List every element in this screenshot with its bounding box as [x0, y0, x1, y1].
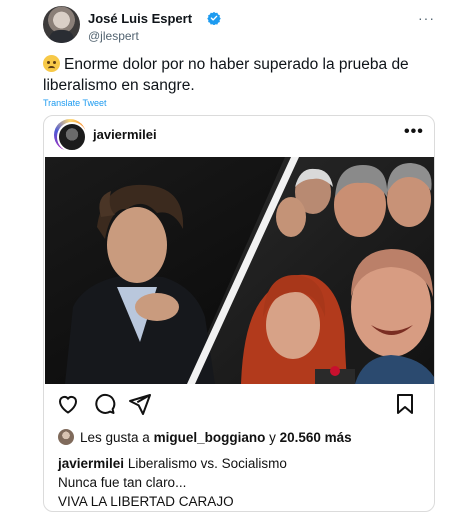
caption-line-1: Liberalismo vs. Socialismo	[127, 456, 287, 471]
author-handle[interactable]: @jlespert	[88, 29, 139, 43]
instagram-more-icon[interactable]: •••	[404, 123, 424, 141]
share-icon[interactable]	[128, 392, 152, 416]
post-image[interactable]	[45, 157, 434, 384]
instagram-avatar[interactable]	[54, 119, 87, 152]
caption-line-2: Nunca fue tan claro...	[58, 475, 187, 490]
heart-icon[interactable]	[56, 392, 80, 416]
tweet-body: Enorme dolor por no haber superado la pr…	[43, 56, 409, 94]
verified-badge-icon	[207, 11, 221, 25]
instagram-username[interactable]: javiermilei	[93, 127, 157, 142]
crying-face-icon	[43, 55, 60, 72]
author-name[interactable]: José Luis Espert	[88, 11, 192, 26]
likes-row: Les gusta a miguel_boggiano y 20.560 más	[58, 429, 428, 447]
comment-icon[interactable]	[92, 392, 116, 416]
post-caption: javiermilei Liberalismo vs. Socialismo N…	[58, 454, 428, 511]
translate-tweet-link[interactable]: Translate Tweet	[43, 98, 107, 108]
instagram-header: javiermilei •••	[44, 116, 434, 156]
caption-username[interactable]: javiermilei	[58, 456, 124, 471]
instagram-actions	[44, 392, 434, 422]
likes-prefix: Les gusta a	[80, 430, 150, 445]
post-image-artwork	[45, 157, 434, 384]
author-avatar[interactable]	[43, 6, 80, 43]
likes-count[interactable]: 20.560 más	[280, 430, 352, 445]
tweet-text: Enorme dolor por no haber superado la pr…	[43, 54, 443, 96]
more-options-icon[interactable]: ···	[418, 10, 435, 26]
likes-connector: y	[269, 430, 276, 445]
likes-text: Les gusta a miguel_boggiano y 20.560 más	[80, 430, 352, 445]
tweet-header: José Luis Espert @jlespert ···	[43, 6, 443, 46]
instagram-embed[interactable]: javiermilei ••• Les gusta a miguel_boggi…	[43, 115, 435, 512]
liker-username[interactable]: miguel_boggiano	[154, 430, 266, 445]
bookmark-icon[interactable]	[393, 392, 417, 416]
caption-line-3: VIVA LA LIBERTAD CARAJO	[58, 494, 234, 509]
liker-avatar[interactable]	[58, 429, 74, 445]
